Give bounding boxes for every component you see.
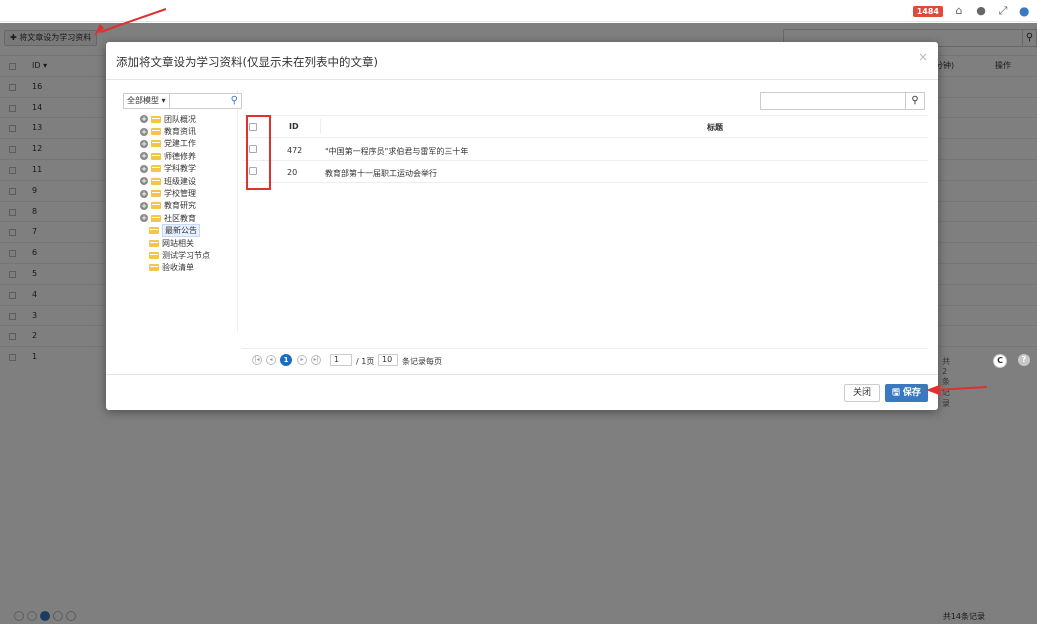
folder-icon [151, 165, 161, 173]
folder-icon [149, 251, 159, 259]
folder-icon [151, 177, 161, 185]
top-bar-right: 1484 ⌂ ● ⤢ ● [912, 4, 1031, 18]
folder-icon [151, 152, 161, 160]
top-bar: 1484 ⌂ ● ⤢ ● [0, 0, 1037, 22]
tree-node[interactable]: + 师德修养 [140, 150, 210, 162]
expand-plus-icon[interactable]: + [140, 127, 148, 136]
tree-node[interactable]: + 教育研究 [140, 200, 210, 212]
refresh-icon[interactable]: C [993, 354, 1007, 368]
row-title[interactable]: "中国第一程序员"求伯君与雷军的三十年 [325, 146, 468, 157]
search-icon[interactable]: ⚲ [231, 94, 238, 108]
tree-node[interactable]: + 学校管理 [140, 187, 210, 199]
notification-badge[interactable]: 1484 [912, 5, 943, 17]
modal-header: 添加将文章设为学习资料(仅显示未在列表中的文章) × [106, 42, 938, 80]
tree-node[interactable]: 最新公告 [140, 224, 210, 238]
folder-icon [151, 190, 161, 198]
folder-icon [149, 227, 159, 235]
tree-node[interactable]: + 学科教学 [140, 163, 210, 175]
grid-id-header[interactable]: ID [289, 122, 299, 131]
column-divider [320, 119, 321, 134]
tree-node-label: 测试学习节点 [162, 250, 210, 260]
model-select[interactable]: 全部模型 ▾ [124, 94, 170, 108]
modal-footer: 关闭 🖫 保存 [106, 374, 938, 410]
article-grid-panel: ⚲ ID 标题 472 "中国第一程序员"求伯君与雷军的三十年 20 教育部第十一届职… [242, 90, 928, 342]
record-count: 共2条记录 [942, 357, 950, 408]
tree-node[interactable]: + 班级建设 [140, 175, 210, 187]
checkbox-highlight-box [246, 115, 271, 190]
user-icon[interactable]: ● [1019, 4, 1031, 18]
grid-row[interactable]: 472 "中国第一程序员"求伯君与雷军的三十年 [242, 139, 928, 161]
first-page-icon[interactable]: |◂ [252, 355, 262, 365]
tree-node-label: 学科教学 [164, 164, 196, 174]
page-1-button[interactable]: 1 [280, 354, 292, 366]
expand-plus-icon[interactable]: + [140, 139, 148, 148]
tree-node-label: 班级建设 [164, 176, 196, 186]
expand-plus-icon[interactable]: + [140, 201, 148, 210]
modal-title: 添加将文章设为学习资料(仅显示未在列表中的文章) [116, 55, 378, 69]
folder-icon [151, 115, 161, 123]
grid-header: ID 标题 [242, 115, 928, 138]
page-number-input[interactable]: 1 [330, 354, 352, 366]
tree-node-label: 学校管理 [164, 189, 196, 199]
help-icon[interactable]: ? [1018, 354, 1030, 366]
grid-row[interactable]: 20 教育部第十一届职工运动会举行 [242, 161, 928, 183]
tree-node-label: 师德修养 [164, 151, 196, 161]
row-id: 20 [287, 168, 298, 177]
folder-icon [149, 239, 159, 247]
close-button[interactable]: 关闭 [844, 384, 880, 402]
tree-node-label: 党建工作 [164, 139, 196, 149]
tree-node-label: 最新公告 [162, 224, 200, 238]
expand-plus-icon[interactable]: + [140, 214, 148, 223]
tree-node-label: 教育研究 [164, 201, 196, 211]
close-icon[interactable]: × [918, 50, 928, 64]
tree-node[interactable]: 网站相关 [140, 237, 210, 249]
row-id: 472 [287, 146, 303, 155]
chat-icon[interactable]: ● [975, 5, 987, 17]
fullscreen-icon[interactable]: ⤢ [997, 5, 1009, 17]
home-icon[interactable]: ⌂ [953, 5, 965, 17]
grid-search-icon[interactable]: ⚲ [905, 92, 925, 110]
save-button[interactable]: 🖫 保存 [885, 384, 928, 402]
row-title[interactable]: 教育部第十一届职工运动会举行 [325, 168, 437, 179]
next-page-icon[interactable]: ▸ [297, 355, 307, 365]
expand-plus-icon[interactable]: + [140, 152, 148, 161]
expand-plus-icon[interactable]: + [140, 115, 148, 124]
grid-title-header[interactable]: 标题 [707, 122, 723, 133]
expand-plus-icon[interactable]: + [140, 177, 148, 186]
prev-page-icon[interactable]: ◂ [266, 355, 276, 365]
grid-pager: |◂ ◂ 1 ▸ ▸| 1 / 1页 10 条记录每页 共2条记录 C ? [242, 348, 1030, 408]
folder-icon [149, 264, 159, 272]
grid-search-input[interactable] [760, 92, 906, 110]
add-article-modal: 添加将文章设为学习资料(仅显示未在列表中的文章) × 全部模型 ▾ ⚲ + 团队概… [106, 42, 1030, 410]
folder-icon [151, 202, 161, 210]
per-page-label: 条记录每页 [402, 357, 442, 366]
expand-plus-icon[interactable]: + [140, 164, 148, 173]
tree-node-label: 团队概况 [164, 114, 196, 124]
tree-node-label: 社区教育 [164, 213, 196, 223]
tree-node[interactable]: + 教育资讯 [140, 125, 210, 137]
page-size-input[interactable]: 10 [378, 354, 398, 366]
last-page-icon[interactable]: ▸| [311, 355, 321, 365]
tree-node-label: 教育资讯 [164, 127, 196, 137]
tree-node-label: 网站相关 [162, 238, 194, 248]
tree-search-box[interactable]: 全部模型 ▾ ⚲ [123, 93, 242, 109]
folder-icon [151, 140, 161, 148]
category-tree: + 团队概况 + 教育资讯 + 党建工作 + 师德修养 + 学科教学 + 班级建设 + 学校管理 + 教育研究… [140, 113, 210, 274]
tree-node[interactable]: + 党建工作 [140, 138, 210, 150]
tree-node[interactable]: 测试学习节点 [140, 249, 210, 261]
tree-node[interactable]: + 社区教育 [140, 212, 210, 224]
total-pages-label: / 1页 [356, 357, 375, 366]
expand-plus-icon[interactable]: + [140, 189, 148, 198]
folder-icon [151, 128, 161, 136]
tree-node[interactable]: 验收清单 [140, 262, 210, 274]
tree-node-label: 验收清单 [162, 263, 194, 273]
tree-node[interactable]: + 团队概况 [140, 113, 210, 125]
folder-icon [151, 214, 161, 222]
